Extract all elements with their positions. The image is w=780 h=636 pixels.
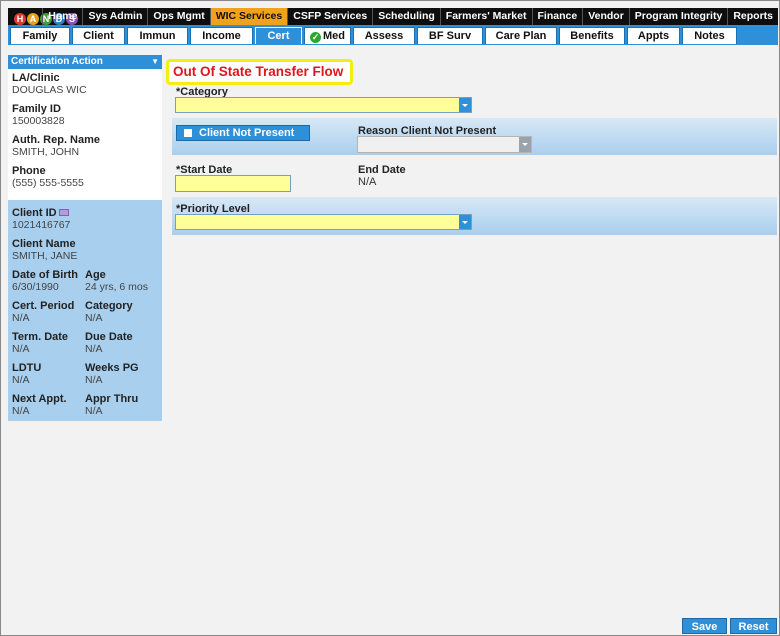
client-name-value: SMITH, JANE: [12, 250, 78, 262]
family-id-label: Family ID: [12, 103, 61, 115]
ldtu-label: LDTU: [12, 362, 42, 374]
category-select[interactable]: [175, 97, 472, 113]
tab-client[interactable]: Client: [72, 27, 125, 44]
chevron-down-icon: [459, 215, 471, 229]
client-not-present-toggle[interactable]: Client Not Present: [176, 125, 310, 141]
cert-period-value: N/A: [12, 312, 30, 324]
next-appt-value: N/A: [12, 405, 30, 417]
reason-select[interactable]: [357, 136, 532, 153]
client-info: Client ID 1021416767 Client Name SMITH, …: [8, 200, 162, 421]
top-nav-bar: H A N D S Home Sys Admin Ops Mgmt WIC Se…: [8, 8, 778, 25]
family-info: LA/Clinic DOUGLAS WIC Family ID 150003828 …: [8, 69, 162, 200]
la-clinic-value: DOUGLAS WIC: [12, 84, 87, 96]
client-name-label: Client Name: [12, 238, 76, 250]
age-label: Age: [85, 269, 106, 281]
tab-bar: Family Client Immun Income Cert ✓ Med Ass…: [8, 25, 778, 45]
tab-appts[interactable]: Appts: [627, 27, 680, 44]
id-card-icon[interactable]: [58, 209, 69, 216]
check-circle-icon: ✓: [310, 32, 321, 43]
chevron-down-icon: ▼: [151, 57, 159, 66]
priority-level-select[interactable]: [175, 214, 472, 230]
checkbox-icon[interactable]: [184, 129, 192, 137]
logo-letter: A: [27, 13, 39, 25]
tab-bf-surv[interactable]: BF Surv: [417, 27, 483, 44]
top-nav-menu: Home Sys Admin Ops Mgmt WIC Services CSF…: [42, 8, 778, 25]
save-button[interactable]: Save: [682, 618, 727, 634]
reset-button[interactable]: Reset: [730, 618, 777, 634]
certification-action-label: Certification Action: [11, 56, 103, 67]
nav-csfp-services[interactable]: CSFP Services: [287, 8, 372, 25]
nav-sys-admin[interactable]: Sys Admin: [82, 8, 147, 25]
phone-label: Phone: [12, 165, 46, 177]
nav-home[interactable]: Home: [42, 8, 82, 25]
term-date-label: Term. Date: [12, 331, 69, 343]
chevron-down-icon: [519, 137, 531, 152]
appr-thru-value: N/A: [85, 405, 103, 417]
nav-reports[interactable]: Reports: [727, 8, 778, 25]
due-date-value: N/A: [85, 343, 103, 355]
la-clinic-label: LA/Clinic: [12, 72, 60, 84]
start-date-input[interactable]: [175, 175, 291, 192]
tab-benefits[interactable]: Benefits: [559, 27, 625, 44]
nav-program-integrity[interactable]: Program Integrity: [628, 8, 728, 25]
weeks-pg-label: Weeks PG: [85, 362, 139, 374]
tab-med-label: Med: [323, 30, 345, 42]
end-date-label: End Date: [358, 164, 406, 176]
weeks-pg-value: N/A: [85, 374, 103, 386]
client-id-label: Client ID: [12, 207, 57, 219]
family-id-value: 150003828: [12, 115, 65, 127]
page-title: Out Of State Transfer Flow: [173, 64, 344, 79]
tab-care-plan[interactable]: Care Plan: [485, 27, 557, 44]
dob-label: Date of Birth: [12, 269, 78, 281]
cert-period-label: Cert. Period: [12, 300, 75, 312]
logo-letter: H: [14, 13, 26, 25]
next-appt-label: Next Appt.: [12, 393, 67, 405]
ldtu-value: N/A: [12, 374, 30, 386]
nav-scheduling[interactable]: Scheduling: [372, 8, 440, 25]
client-summary-panel: Certification Action ▼ LA/Clinic DOUGLAS …: [8, 55, 162, 421]
certification-action-menu[interactable]: Certification Action ▼: [8, 55, 162, 69]
chevron-down-icon: [459, 98, 471, 112]
appr-thru-label: Appr Thru: [85, 393, 139, 405]
nav-farmers-market[interactable]: Farmers' Market: [439, 8, 532, 25]
nav-ops-mgmt[interactable]: Ops Mgmt: [147, 8, 209, 25]
client-not-present-label: Client Not Present: [199, 127, 295, 139]
tab-med[interactable]: ✓ Med: [304, 27, 351, 44]
tab-income[interactable]: Income: [190, 27, 253, 44]
tab-family[interactable]: Family: [10, 27, 70, 44]
end-date-value: N/A: [358, 176, 377, 188]
category-label: Category: [85, 300, 133, 312]
client-id-value: 1021416767: [12, 219, 71, 231]
age-value: 24 yrs, 6 mos: [85, 281, 149, 293]
due-date-label: Due Date: [85, 331, 133, 343]
term-date-value: N/A: [12, 343, 30, 355]
nav-vendor[interactable]: Vendor: [582, 8, 629, 25]
auth-rep-value: SMITH, JOHN: [12, 146, 80, 158]
nav-wic-services[interactable]: WIC Services: [209, 8, 288, 25]
phone-value: (555) 555-5555: [12, 177, 84, 189]
tab-cert[interactable]: Cert: [255, 27, 302, 44]
tab-immun[interactable]: Immun: [127, 27, 188, 44]
tab-assess[interactable]: Assess: [353, 27, 415, 44]
auth-rep-label: Auth. Rep. Name: [12, 134, 101, 146]
tab-notes[interactable]: Notes: [682, 27, 737, 44]
category-value: N/A: [85, 312, 103, 324]
page-title-highlight: Out Of State Transfer Flow: [166, 59, 353, 85]
dob-value: 6/30/1990: [12, 281, 59, 293]
nav-finance[interactable]: Finance: [531, 8, 583, 25]
